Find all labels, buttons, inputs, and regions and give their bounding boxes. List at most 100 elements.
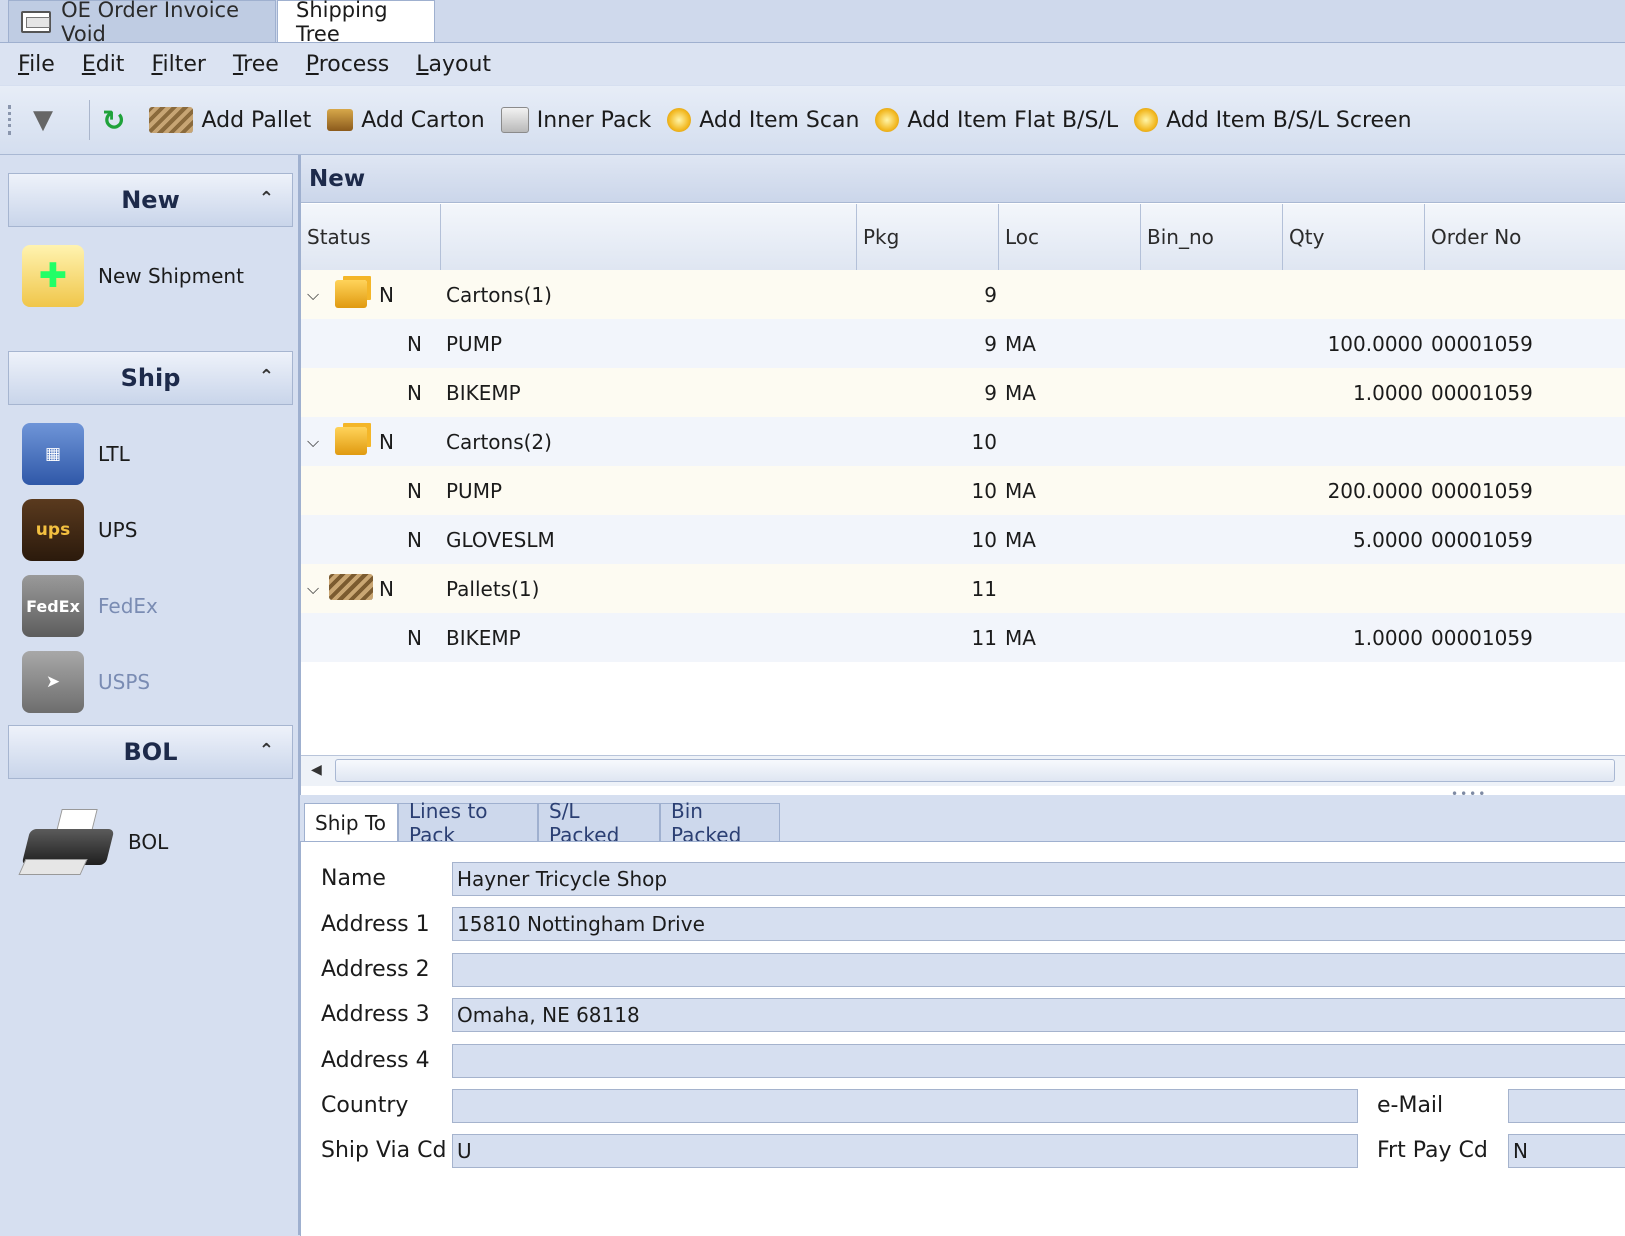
address1-field[interactable]: 15810 Nottingham Drive (452, 907, 1625, 941)
order-no-cell: 00001059 (1431, 380, 1533, 405)
loc-cell (1005, 270, 1135, 319)
column-loc[interactable]: Loc (999, 204, 1141, 270)
country-field[interactable] (452, 1089, 1358, 1123)
name-cell: Cartons(2) (446, 429, 552, 454)
column-order-no[interactable]: Order No (1425, 204, 1625, 270)
email-field[interactable] (1508, 1089, 1625, 1123)
table-row[interactable]: N BIKEMP 9 MA 1.0000 00001059 (301, 368, 1625, 417)
column-name[interactable] (441, 204, 857, 270)
nav-item-new-shipment[interactable]: ✚ New Shipment (22, 245, 244, 307)
ship-via-field[interactable]: U (452, 1134, 1358, 1168)
order-no-cell: 00001059 (1431, 478, 1533, 503)
menu-tree[interactable]: Tree (233, 52, 279, 77)
bin-cell (1147, 270, 1277, 319)
scroll-left-arrow-icon[interactable]: ◀ (311, 762, 322, 778)
nav-item-bol[interactable]: BOL (18, 807, 169, 877)
table-row[interactable]: N GLOVESLM 10 MA 5.0000 00001059 (301, 515, 1625, 564)
chevron-down-icon[interactable]: ⌵ (307, 564, 319, 613)
left-navigation: New ⌃ ✚ New Shipment Ship ⌃ ▦ LTL ups UP… (0, 155, 300, 1235)
status-cell: N (379, 429, 394, 454)
nav-item-label: New Shipment (98, 264, 244, 288)
column-status[interactable]: Status (301, 204, 441, 270)
tab-label: Shipping Tree (296, 0, 388, 46)
bin-cell (1147, 515, 1277, 564)
add-pallet-label: Add Pallet (201, 107, 312, 133)
qty-cell: 100.0000 (1327, 331, 1423, 356)
qty-cell (1283, 417, 1423, 466)
splitter-grip[interactable]: •••• (1451, 787, 1487, 801)
nav-item-label: BOL (128, 830, 169, 854)
nav-group-bol-header[interactable]: BOL ⌃ (8, 725, 293, 779)
address1-label: Address 1 (321, 912, 430, 937)
add-pallet-button[interactable]: Add Pallet (149, 107, 311, 133)
refresh-button[interactable]: ↻ (102, 104, 133, 137)
fedex-logo-icon: FedEx (22, 575, 84, 637)
nav-item-fedex[interactable]: FedEx FedEx (22, 575, 158, 637)
tab-sl-packed[interactable]: S/L Packed (538, 799, 660, 847)
tab-lines-to-pack[interactable]: Lines to Pack (398, 799, 538, 847)
pallet-icon (329, 574, 373, 600)
bin-cell (1147, 564, 1277, 613)
table-row[interactable]: N PUMP 9 MA 100.0000 00001059 (301, 319, 1625, 368)
menu-filter[interactable]: Filter (151, 52, 206, 77)
scrollbar-thumb[interactable] (335, 759, 1615, 782)
column-bin-no[interactable]: Bin_no (1141, 204, 1283, 270)
tab-oe-order-invoice-void[interactable]: OE Order Invoice Void (8, 0, 276, 46)
email-label: e-Mail (1377, 1093, 1444, 1118)
tab-shipping-tree[interactable]: Shipping Tree (277, 0, 435, 46)
column-pkg[interactable]: Pkg (857, 204, 999, 270)
horizontal-scrollbar[interactable]: ◀ (301, 755, 1625, 786)
menu-file[interactable]: File (18, 52, 55, 77)
nav-group-title: Ship (120, 364, 181, 392)
table-row[interactable]: ⌵ N Pallets(1) 11 (301, 564, 1625, 613)
address4-field[interactable] (452, 1044, 1625, 1078)
tab-bin-packed[interactable]: Bin Packed (660, 799, 780, 847)
menu-edit[interactable]: Edit (82, 52, 125, 77)
menu-process[interactable]: Process (306, 52, 389, 77)
filter-dropdown-button[interactable]: ▼ (33, 105, 61, 135)
panel-title: New (301, 155, 1625, 203)
table-row[interactable]: N PUMP 10 MA 200.0000 00001059 (301, 466, 1625, 515)
menu-bar: File Edit Filter Tree Process Layout (0, 43, 1625, 85)
frt-pay-field[interactable]: N (1508, 1134, 1625, 1168)
nav-item-usps[interactable]: ➤ USPS (22, 651, 150, 713)
address2-field[interactable] (452, 953, 1625, 987)
add-item-flat-button[interactable]: Add Item Flat B/S/L (875, 108, 1118, 133)
bin-cell (1147, 417, 1277, 466)
item-flat-icon (875, 108, 900, 132)
status-cell: N (407, 478, 422, 503)
nav-group-new-header[interactable]: New ⌃ (8, 173, 293, 227)
bin-cell (1147, 368, 1277, 417)
column-qty[interactable]: Qty (1283, 204, 1425, 270)
add-item-screen-label: Add Item B/S/L Screen (1166, 107, 1412, 133)
chevron-down-icon[interactable]: ⌵ (307, 270, 319, 319)
menu-layout[interactable]: Layout (416, 52, 491, 77)
table-row[interactable]: ⌵ N Cartons(2) 10 (301, 417, 1625, 466)
loc-cell (1005, 417, 1135, 466)
table-row[interactable]: ⌵ N Cartons(1) 9 (301, 270, 1625, 319)
order-no-cell: 00001059 (1431, 331, 1533, 356)
carton-icon (335, 427, 367, 455)
printer-icon (18, 807, 115, 877)
status-cell: N (379, 282, 394, 307)
add-item-scan-button[interactable]: Add Item Scan (667, 108, 859, 133)
toolbar-grip[interactable] (8, 105, 15, 135)
nav-item-label: USPS (98, 670, 151, 694)
add-item-screen-button[interactable]: Add Item B/S/L Screen (1134, 107, 1412, 133)
grid-header: Status Pkg Loc Bin_no Qty Order No (301, 204, 1625, 271)
status-cell: N (407, 625, 422, 650)
address3-field[interactable]: Omaha, NE 68118 (452, 998, 1625, 1032)
add-carton-button[interactable]: Add Carton (327, 108, 485, 133)
pkg-cell: 11 (971, 625, 997, 650)
tab-ship-to[interactable]: Ship To (304, 803, 398, 841)
table-row[interactable]: N BIKEMP 11 MA 1.0000 00001059 (301, 613, 1625, 662)
inner-pack-button[interactable]: Inner Pack (500, 107, 651, 133)
tab-label: OE Order Invoice Void (61, 0, 240, 46)
chevron-down-icon[interactable]: ⌵ (307, 417, 319, 466)
nav-item-ltl[interactable]: ▦ LTL (22, 423, 130, 485)
nav-item-ups[interactable]: ups UPS (22, 499, 137, 561)
name-cell: GLOVESLM (446, 527, 555, 552)
nav-group-ship-header[interactable]: Ship ⌃ (8, 351, 293, 405)
name-field[interactable]: Hayner Tricycle Shop (452, 862, 1625, 896)
add-item-scan-label: Add Item Scan (699, 107, 860, 133)
